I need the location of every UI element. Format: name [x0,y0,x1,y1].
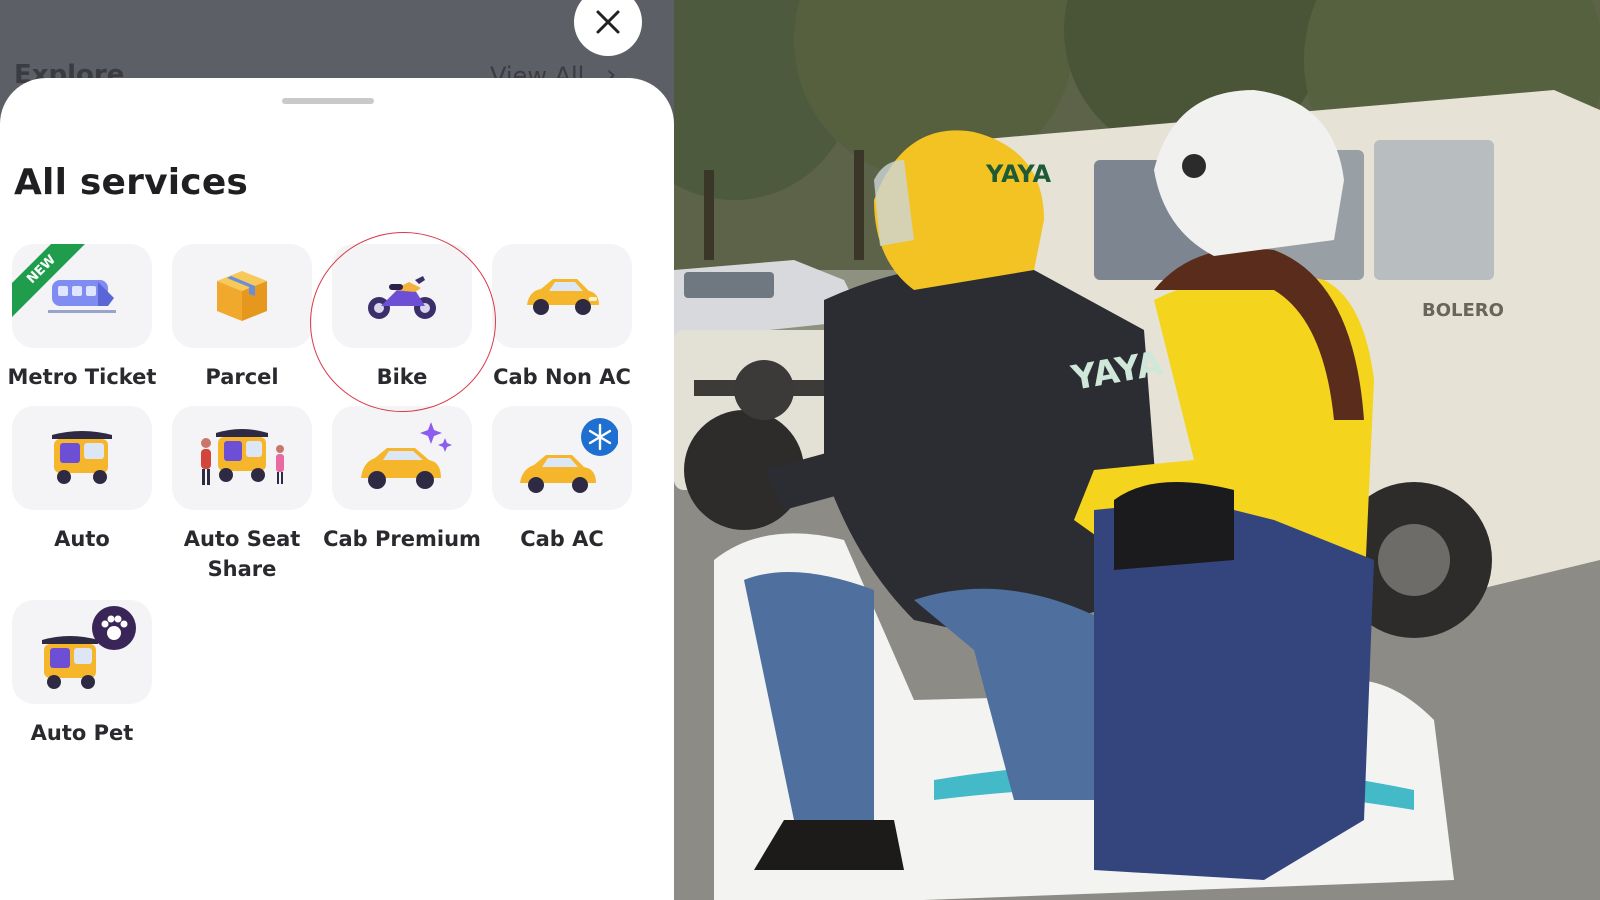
page-title: All services [14,162,249,203]
bottom-sheet: All services NEW Metro Ticket Parcel Bik… [0,78,674,900]
cab-ac-icon [520,418,618,493]
service-card[interactable] [492,406,632,510]
close-icon [596,10,620,34]
service-label: Auto [54,527,110,551]
service-auto-seat-share[interactable]: Auto Seat Share [162,406,322,584]
service-card[interactable] [172,244,312,348]
service-cab-non-ac[interactable]: Cab Non AC [482,244,642,392]
service-label: Parcel [205,365,279,389]
auto-seat-share-icon [201,429,284,485]
drag-handle[interactable] [282,98,374,104]
service-cab-ac[interactable]: Cab AC [482,406,642,554]
service-card[interactable] [12,406,152,510]
cab-premium-icon [361,422,452,489]
service-card[interactable] [172,406,312,510]
service-metro-ticket[interactable]: NEW Metro Ticket [2,244,162,392]
service-card[interactable] [332,406,472,510]
metro-train-icon [48,280,116,313]
service-card[interactable] [492,244,632,348]
service-cab-premium[interactable]: Cab Premium [322,406,482,554]
bike-taxi-scene: BOLERO YAYA YAYA YAYA [674,0,1600,900]
service-card[interactable]: NEW [12,244,152,348]
service-auto-pet[interactable]: Auto Pet [2,600,162,748]
cab-non-ac-icon [527,279,599,315]
service-label: Auto Seat Share [162,524,322,584]
helmet-logo-text: YAYA [985,160,1051,188]
service-label: Cab AC [520,527,604,551]
service-card[interactable] [332,244,472,348]
service-label: Cab Non AC [493,365,631,389]
service-label: Auto Pet [30,721,134,745]
service-label: Metro Ticket [7,365,157,389]
service-label-line2: Share [207,557,277,581]
service-parcel[interactable]: Parcel [162,244,322,392]
parcel-box-icon [217,271,267,321]
service-bike[interactable]: Bike [322,244,482,392]
bike-taxi-photo: BOLERO YAYA YAYA YAYA [674,0,1600,900]
vehicle-badge-text: BOLERO [1422,300,1504,321]
auto-pet-icon [42,606,136,689]
service-auto[interactable]: Auto [2,406,162,554]
service-card[interactable] [12,600,152,704]
service-label: Bike [376,365,428,389]
auto-rickshaw-icon [52,431,112,484]
service-label: Cab Premium [323,527,481,551]
bike-icon [368,276,436,319]
services-panel: Explore View All › All services NEW Metr… [0,0,674,900]
service-label-line1: Auto Seat [183,527,301,551]
